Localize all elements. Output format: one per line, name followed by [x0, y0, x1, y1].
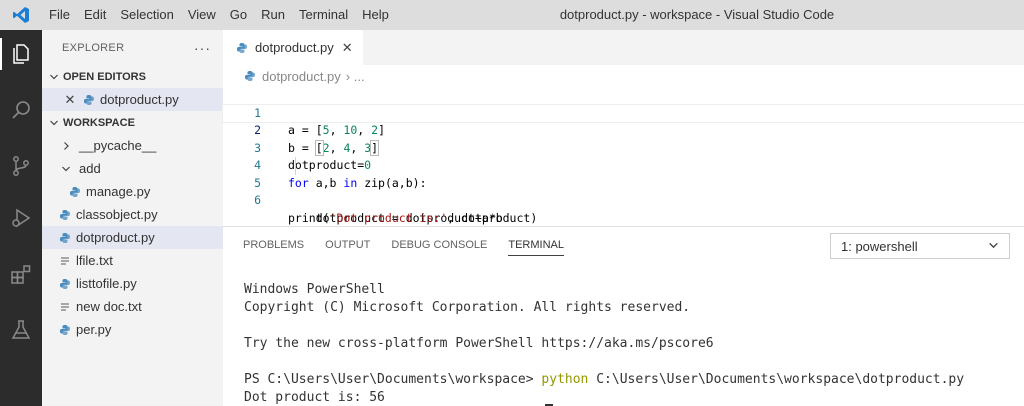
python-file-icon [58, 231, 72, 245]
code-line: 6 print('Dot product is:', dotproduct) [223, 175, 1024, 225]
code-editor[interactable]: 1 a = [5, 10, 2] 2 b = [2, 4, 3] 3 dotpr… [222, 87, 1024, 225]
tree-file-dotproduct[interactable]: dotproduct.py [42, 226, 223, 249]
menu-terminal[interactable]: Terminal [292, 0, 355, 30]
code-line: 1 a = [5, 10, 2] [223, 87, 1024, 138]
indent-guide [295, 157, 296, 175]
text-file-icon [58, 254, 72, 268]
menu-run[interactable]: Run [254, 0, 292, 30]
terminal-command-args: C:\Users\User\Documents\workspace\dotpro… [588, 372, 965, 387]
tree-file-lfile[interactable]: lfile.txt [42, 249, 223, 272]
tree-item-label: listtofile.py [76, 276, 137, 291]
tree-item-label: dotproduct.py [76, 230, 155, 245]
open-editors-label: OPEN EDITORS [63, 71, 146, 83]
tree-folder-pycache[interactable]: __pycache__ [42, 134, 223, 157]
terminal-line: Try the new cross-platform PowerShell ht… [244, 336, 714, 351]
menu-view[interactable]: View [181, 0, 223, 30]
vscode-logo-icon [0, 0, 42, 30]
tree-item-label: manage.py [86, 184, 151, 199]
tree-folder-add[interactable]: add [42, 157, 223, 180]
code-line: 4 for a,b in zip(a,b): [223, 140, 1024, 190]
line-number: 6 [254, 193, 261, 207]
tree-item-label: add [79, 161, 101, 176]
python-file-icon [58, 277, 72, 291]
chevron-down-icon [46, 118, 62, 128]
open-editor-item[interactable]: ✕ dotproduct.py [42, 88, 223, 111]
menu-edit[interactable]: Edit [77, 0, 113, 30]
terminal-select[interactable]: 1: powershell [830, 233, 1010, 259]
tree-file-manage[interactable]: manage.py [42, 180, 223, 203]
python-file-icon [243, 69, 257, 83]
editor-area: dotproduct.py ✕ dotproduct.py › ... 1 a … [222, 30, 1024, 230]
explorer-header: EXPLORER ··· [42, 30, 223, 66]
code-text: print('Dot product is:', dotproduct) [288, 210, 538, 225]
tree-item-label: __pycache__ [79, 138, 157, 153]
chevron-down-icon [58, 164, 74, 174]
editor-tab-bar: dotproduct.py ✕ [223, 30, 1024, 65]
terminal-select-value: 1: powershell [841, 238, 918, 254]
menu-bar: File Edit Selection View Go Run Terminal… [42, 0, 396, 30]
code-line-current: 2 b = [2, 4, 3] [222, 103, 1024, 156]
workspace-section[interactable]: WORKSPACE [42, 112, 223, 134]
open-editors-section[interactable]: OPEN EDITORS [42, 66, 223, 88]
tab-terminal[interactable]: TERMINAL [508, 227, 564, 263]
tree-item-label: classobject.py [76, 207, 158, 222]
terminal-line: Dot product is: 56 [244, 390, 385, 405]
search-icon[interactable] [0, 90, 42, 130]
menu-help[interactable]: Help [355, 0, 396, 30]
tree-item-label: new doc.txt [76, 299, 142, 314]
bottom-panel: PROBLEMS OUTPUT DEBUG CONSOLE TERMINAL 1… [223, 226, 1024, 406]
breadcrumb: dotproduct.py › ... [223, 65, 1024, 87]
tab-output[interactable]: OUTPUT [325, 227, 370, 263]
tree-file-classobject[interactable]: classobject.py [42, 203, 223, 226]
python-file-icon [58, 323, 72, 337]
breadcrumb-file[interactable]: dotproduct.py [262, 69, 341, 84]
tree-file-newdoc[interactable]: new doc.txt [42, 295, 223, 318]
tree-file-listtofile[interactable]: listtofile.py [42, 272, 223, 295]
extensions-icon[interactable] [0, 254, 42, 294]
terminal-output[interactable]: Windows PowerShell Copyright (C) Microso… [244, 281, 964, 406]
source-control-icon[interactable] [0, 146, 42, 186]
tab-debug-console[interactable]: DEBUG CONSOLE [391, 227, 487, 263]
code-line: 3 dotproduct=0 [223, 122, 1024, 173]
tab-problems[interactable]: PROBLEMS [243, 227, 304, 263]
menu-file[interactable]: File [42, 0, 77, 30]
chevron-down-icon [46, 72, 62, 82]
workspace-label: WORKSPACE [63, 117, 135, 129]
tree-item-label: per.py [76, 322, 112, 337]
python-file-icon [82, 93, 96, 107]
close-icon[interactable]: ✕ [62, 92, 78, 108]
menu-selection[interactable]: Selection [113, 0, 180, 30]
chevron-down-icon [988, 239, 999, 254]
run-debug-icon[interactable] [0, 198, 42, 238]
python-file-icon [68, 185, 82, 199]
python-file-icon [235, 41, 249, 55]
title-bar: File Edit Selection View Go Run Terminal… [0, 0, 1024, 30]
testing-flask-icon[interactable] [0, 310, 42, 350]
tab-label: dotproduct.py [255, 40, 334, 55]
terminal-line: Windows PowerShell [244, 282, 385, 297]
explorer-icon[interactable] [0, 34, 42, 74]
menu-go[interactable]: Go [223, 0, 254, 30]
open-editor-file-label: dotproduct.py [100, 92, 179, 107]
activity-bar [0, 30, 42, 406]
code-line: 5 dotproduct = dotproduct+a*b [223, 157, 1024, 225]
tree-file-per[interactable]: per.py [42, 318, 223, 341]
close-tab-icon[interactable]: ✕ [342, 40, 353, 56]
python-file-icon [58, 208, 72, 222]
explorer-sidebar: EXPLORER ··· OPEN EDITORS ✕ dotproduct.p… [42, 30, 223, 406]
text-file-icon [58, 300, 72, 314]
terminal-prompt: PS C:\Users\User\Documents\workspace> [244, 372, 542, 387]
explorer-title: EXPLORER [62, 42, 125, 54]
editor-tab-dotproduct[interactable]: dotproduct.py ✕ [223, 30, 363, 65]
terminal-command: python [541, 372, 589, 387]
terminal-line: Copyright (C) Microsoft Corporation. All… [244, 300, 691, 315]
terminal-command-line: PS C:\Users\User\Documents\workspace> py… [244, 371, 964, 389]
breadcrumb-separator[interactable]: › ... [346, 69, 365, 84]
tree-item-label: lfile.txt [76, 253, 113, 268]
chevron-right-icon [58, 141, 74, 151]
more-actions-icon[interactable]: ··· [194, 40, 211, 56]
